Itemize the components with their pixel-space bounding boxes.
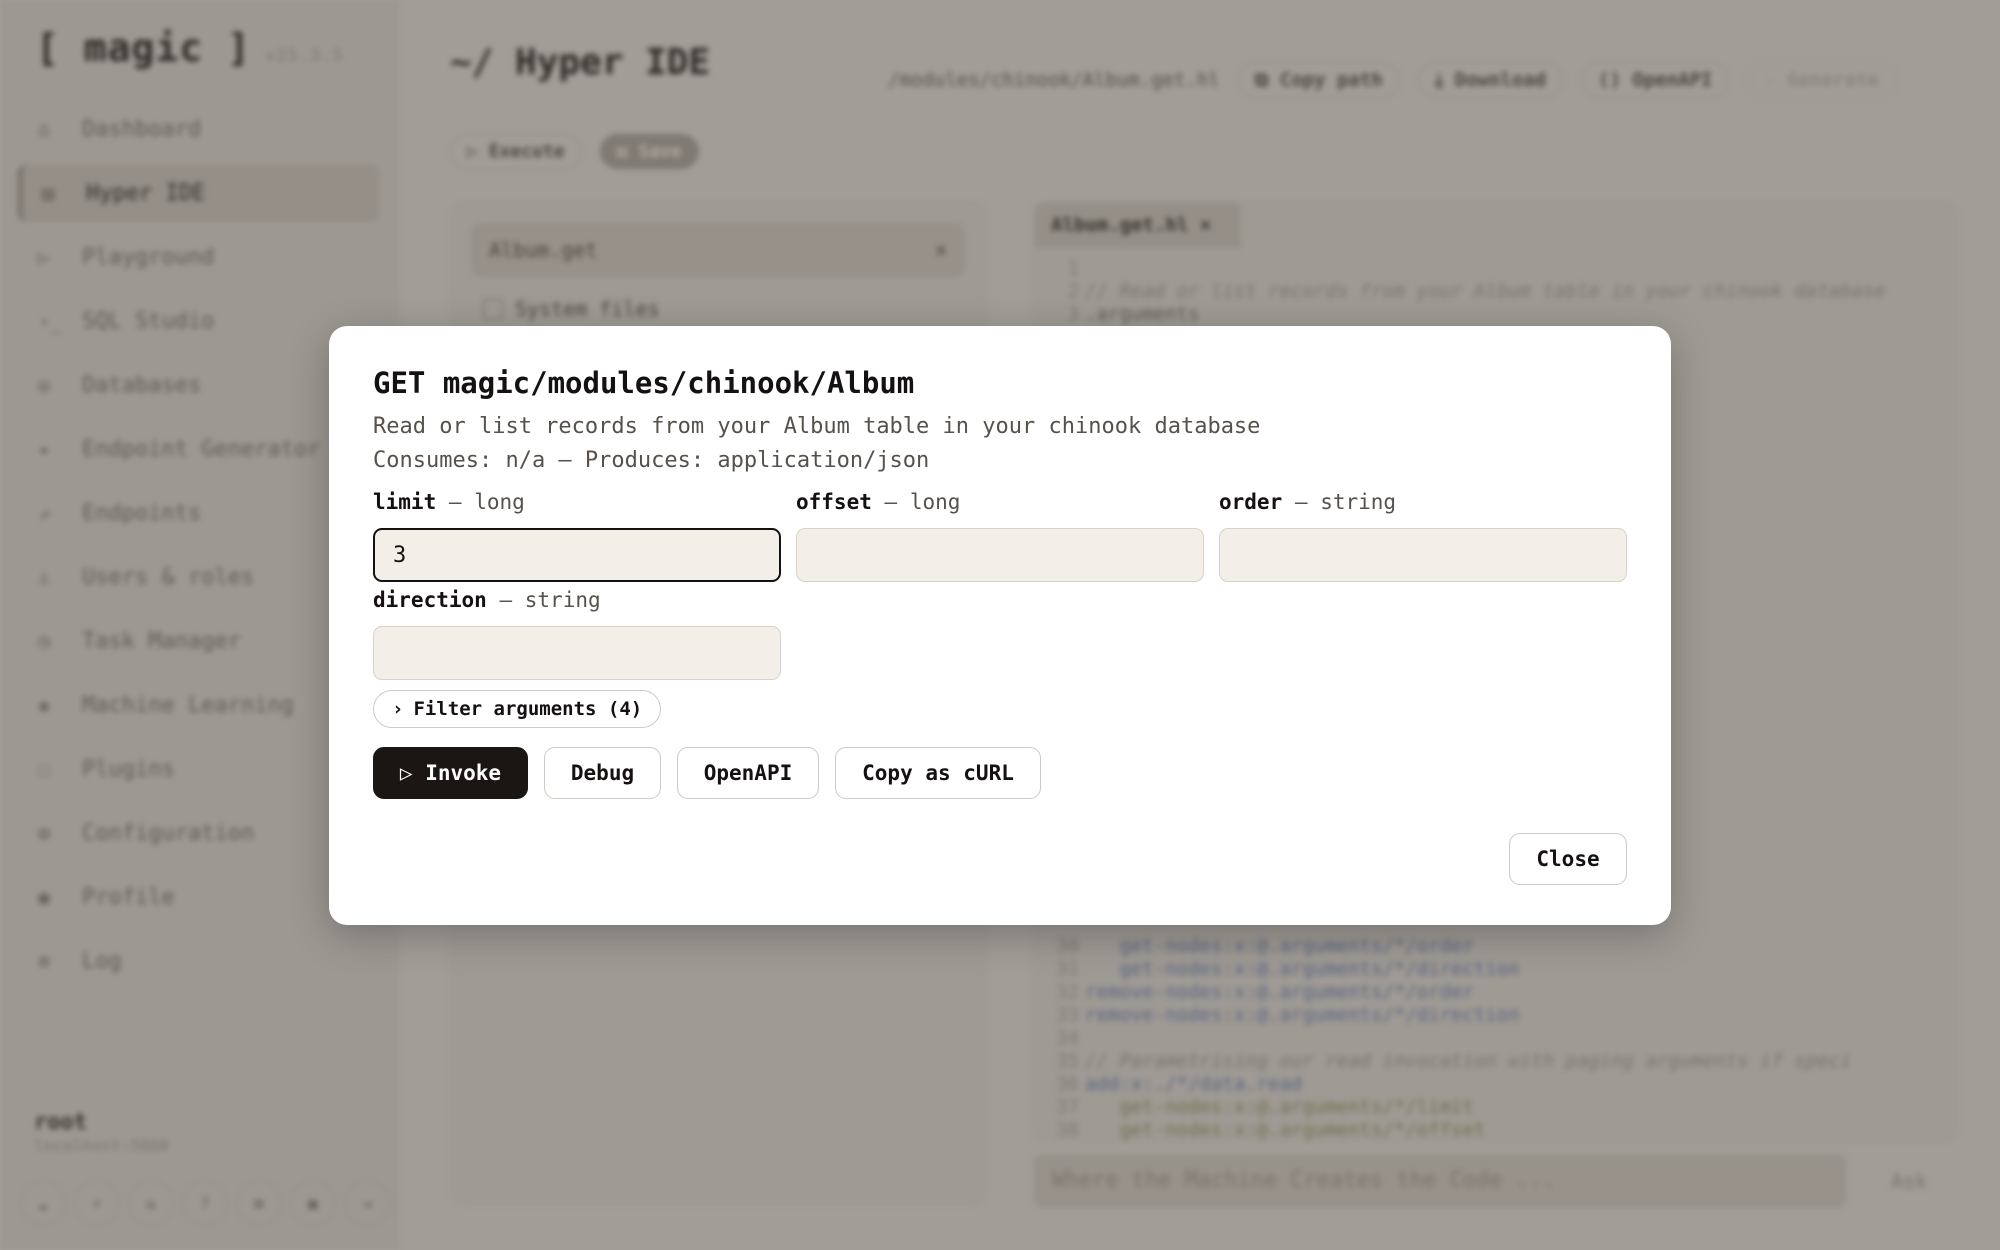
- openapi-button[interactable]: OpenAPI: [677, 747, 819, 799]
- copy-curl-button[interactable]: Copy as cURL: [835, 747, 1041, 799]
- field-name: offset: [796, 490, 872, 514]
- chevron-right-icon: ›: [392, 698, 404, 720]
- field-type: string: [524, 588, 601, 612]
- close-button[interactable]: Close: [1509, 833, 1627, 885]
- field-direction: direction — string: [373, 588, 781, 680]
- field-limit: limit — long: [373, 490, 781, 582]
- order-input[interactable]: [1219, 528, 1627, 582]
- field-label: order — string: [1219, 490, 1627, 516]
- field-separator: —: [499, 588, 513, 612]
- field-separator: —: [884, 490, 898, 514]
- field-name: limit: [373, 490, 437, 514]
- field-separator: —: [1294, 490, 1308, 514]
- dialog-title: GET magic/modules/chinook/Album: [373, 366, 915, 400]
- direction-input[interactable]: [373, 626, 781, 680]
- limit-input[interactable]: [373, 528, 781, 582]
- filter-arguments-label: Filter arguments (4): [413, 698, 643, 720]
- filter-arguments-toggle[interactable]: › Filter arguments (4): [373, 690, 662, 728]
- field-offset: offset — long: [796, 490, 1204, 582]
- field-order: order — string: [1219, 490, 1627, 582]
- field-label: limit — long: [373, 490, 781, 516]
- field-type: string: [1320, 490, 1397, 514]
- field-name: direction: [373, 588, 487, 612]
- dialog-description: Read or list records from your Album tab…: [373, 414, 1261, 439]
- invoke-endpoint-dialog: GET magic/modules/chinook/Album Read or …: [329, 326, 1671, 925]
- debug-button[interactable]: Debug: [544, 747, 661, 799]
- field-name: order: [1219, 490, 1283, 514]
- offset-input[interactable]: [796, 528, 1204, 582]
- field-separator: —: [448, 490, 462, 514]
- field-label: offset — long: [796, 490, 1204, 516]
- invoke-button[interactable]: ▷ Invoke: [373, 747, 528, 799]
- field-type: long: [909, 490, 961, 514]
- dialog-content-types: Consumes: n/a — Produces: application/js…: [373, 448, 930, 473]
- field-type: long: [474, 490, 525, 514]
- field-label: direction — string: [373, 588, 781, 614]
